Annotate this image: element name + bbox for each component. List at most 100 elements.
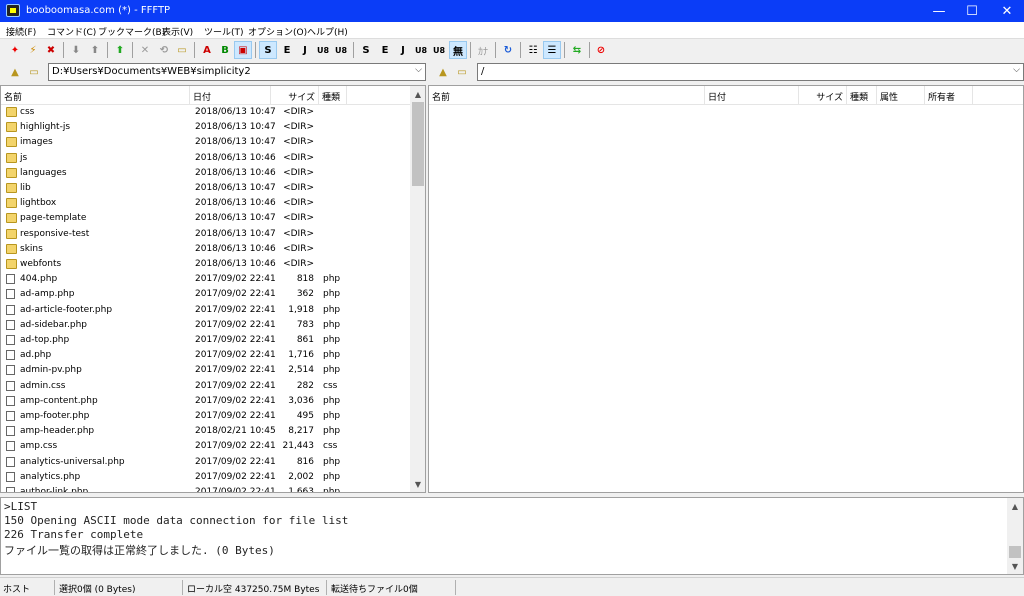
file-name: admin.css: [20, 380, 66, 391]
delete-icon[interactable]: ✕: [136, 41, 154, 59]
sync-icon[interactable]: ⇆: [568, 41, 586, 59]
rename-icon[interactable]: ⟲: [155, 41, 173, 59]
file-row[interactable]: page-template 2018/06/13 10:47 <DIR>: [1, 211, 411, 226]
list-view-icon[interactable]: ☷: [524, 41, 542, 59]
menu-command[interactable]: コマンド(C): [47, 25, 96, 38]
column-size[interactable]: サイズ: [799, 86, 847, 105]
file-row[interactable]: ad-amp.php 2017/09/02 22:41 362 php: [1, 287, 411, 302]
quick-connect-icon[interactable]: ⚡: [24, 41, 42, 59]
column-name[interactable]: 名前: [429, 86, 705, 105]
menu-connect[interactable]: 接続(F): [6, 25, 36, 38]
file-row[interactable]: images 2018/06/13 10:47 <DIR>: [1, 135, 411, 150]
column-type[interactable]: 種類: [847, 86, 877, 105]
utf8bom-remote-icon[interactable]: U8: [430, 41, 448, 59]
auto-mode-icon[interactable]: ▣: [234, 41, 252, 59]
jis-icon[interactable]: J: [296, 41, 314, 59]
scroll-thumb[interactable]: [1009, 546, 1021, 558]
utf8bom-icon[interactable]: U8: [332, 41, 350, 59]
column-owner[interactable]: 所有者: [925, 86, 973, 105]
menu-view[interactable]: 表示(V): [162, 25, 193, 38]
menu-options[interactable]: オプション(O): [248, 25, 307, 38]
file-row[interactable]: amp-footer.php 2017/09/02 22:41 495 php: [1, 409, 411, 424]
file-row[interactable]: ad.php 2017/09/02 22:41 1,716 php: [1, 348, 411, 363]
utf8-remote-icon[interactable]: U8: [412, 41, 430, 59]
disconnect-icon[interactable]: ✖: [42, 41, 60, 59]
chevron-down-icon[interactable]: ⌵: [415, 65, 422, 75]
file-row[interactable]: highlight-js 2018/06/13 10:47 <DIR>: [1, 120, 411, 135]
column-attr[interactable]: 属性: [877, 86, 925, 105]
minimize-button[interactable]: —: [922, 0, 956, 22]
file-row[interactable]: ad-top.php 2017/09/02 22:41 861 php: [1, 333, 411, 348]
menu-help[interactable]: ヘルプ(H): [307, 25, 348, 38]
file-row[interactable]: admin.css 2017/09/02 22:41 282 css: [1, 379, 411, 394]
file-type: php: [323, 289, 341, 300]
scroll-thumb[interactable]: [412, 102, 424, 186]
file-row[interactable]: webfonts 2018/06/13 10:46 <DIR>: [1, 257, 411, 272]
file-row[interactable]: amp-header.php 2018/02/21 10:45 8,217 php: [1, 424, 411, 439]
folder-icon: [6, 107, 17, 117]
ascii-mode-icon[interactable]: A: [198, 41, 216, 59]
file-row[interactable]: ad-article-footer.php 2017/09/02 22:41 1,9…: [1, 303, 411, 318]
no-convert-icon[interactable]: 無: [449, 41, 467, 59]
scroll-down-icon[interactable]: ▼: [410, 476, 425, 492]
file-row[interactable]: css 2018/06/13 10:47 <DIR>: [1, 105, 411, 120]
file-row[interactable]: responsive-test 2018/06/13 10:47 <DIR>: [1, 227, 411, 242]
close-button[interactable]: ✕: [990, 0, 1024, 22]
remote-open-folder-icon[interactable]: ▭: [453, 64, 471, 80]
log-pane[interactable]: >LIST 150 Opening ASCII mode data connec…: [0, 497, 1024, 575]
file-row[interactable]: admin-pv.php 2017/09/02 22:41 2,514 php: [1, 363, 411, 378]
connect-icon[interactable]: ✦: [6, 41, 24, 59]
mirror-upload-icon[interactable]: ⬆: [111, 41, 129, 59]
upload-icon[interactable]: ⬆: [86, 41, 104, 59]
local-path-input[interactable]: D:¥Users¥Documents¥WEB¥simplicity2 ⌵: [48, 63, 426, 81]
jis-remote-icon[interactable]: J: [394, 41, 412, 59]
euc-remote-icon[interactable]: E: [376, 41, 394, 59]
file-row[interactable]: languages 2018/06/13 10:46 <DIR>: [1, 166, 411, 181]
file-row[interactable]: amp-content.php 2017/09/02 22:41 3,036 php: [1, 394, 411, 409]
column-date[interactable]: 日付: [705, 86, 799, 105]
euc-icon[interactable]: E: [278, 41, 296, 59]
remote-file-list[interactable]: 名前 日付 サイズ 種類 属性 所有者: [428, 85, 1024, 493]
log-scrollbar[interactable]: ▲ ▼: [1007, 498, 1023, 574]
file-row[interactable]: amp.css 2017/09/02 22:41 21,443 css: [1, 439, 411, 454]
file-row[interactable]: analytics-universal.php 2017/09/02 22:41 8…: [1, 455, 411, 470]
column-type[interactable]: 種類: [319, 86, 347, 105]
column-date[interactable]: 日付: [190, 86, 271, 105]
file-row[interactable]: js 2018/06/13 10:46 <DIR>: [1, 151, 411, 166]
local-parent-folder-icon[interactable]: ▲: [6, 64, 24, 80]
file-row[interactable]: ad-sidebar.php 2017/09/02 22:41 783 php: [1, 318, 411, 333]
file-row[interactable]: analytics.php 2017/09/02 22:41 2,002 php: [1, 470, 411, 485]
sjis-remote-icon[interactable]: S: [357, 41, 375, 59]
detail-view-icon[interactable]: ☰: [543, 41, 561, 59]
kana-icon[interactable]: ｶﾅ: [474, 41, 492, 59]
sjis-icon[interactable]: S: [259, 41, 277, 59]
local-open-folder-icon[interactable]: ▭: [25, 64, 43, 80]
file-date: 2017/09/02 22:41: [195, 441, 276, 452]
utf8-icon[interactable]: U8: [314, 41, 332, 59]
file-row[interactable]: lightbox 2018/06/13 10:46 <DIR>: [1, 196, 411, 211]
column-name[interactable]: 名前: [1, 86, 190, 105]
scroll-up-icon[interactable]: ▲: [1007, 498, 1023, 514]
file-row[interactable]: 404.php 2017/09/02 22:41 818 php: [1, 272, 411, 287]
menu-bookmark[interactable]: ブックマーク(B): [98, 25, 165, 38]
file-name: admin-pv.php: [20, 365, 82, 376]
remote-path-input[interactable]: / ⌵: [477, 63, 1024, 81]
scroll-down-icon[interactable]: ▼: [1007, 558, 1023, 574]
stop-icon[interactable]: ⊘: [592, 41, 610, 59]
file-size: 8,217: [288, 426, 314, 437]
scroll-up-icon[interactable]: ▲: [410, 86, 425, 102]
chevron-down-icon[interactable]: ⌵: [1013, 65, 1020, 75]
refresh-icon[interactable]: ↻: [499, 41, 517, 59]
column-size[interactable]: サイズ: [271, 86, 319, 105]
remote-parent-folder-icon[interactable]: ▲: [434, 64, 452, 80]
mkdir-icon[interactable]: ▭: [173, 41, 191, 59]
menu-tools[interactable]: ツール(T): [204, 25, 244, 38]
binary-mode-icon[interactable]: B: [216, 41, 234, 59]
download-icon[interactable]: ⬇: [67, 41, 85, 59]
file-row[interactable]: author-link.php 2017/09/02 22:41 1,663 php: [1, 485, 411, 492]
local-file-list[interactable]: 名前 日付 サイズ 種類 css 2018/06/13 10:47 <DIR> hig…: [0, 85, 426, 493]
maximize-button[interactable]: ☐: [955, 0, 989, 22]
file-row[interactable]: lib 2018/06/13 10:47 <DIR>: [1, 181, 411, 196]
file-row[interactable]: skins 2018/06/13 10:46 <DIR>: [1, 242, 411, 257]
local-scrollbar[interactable]: ▲ ▼: [410, 86, 425, 492]
